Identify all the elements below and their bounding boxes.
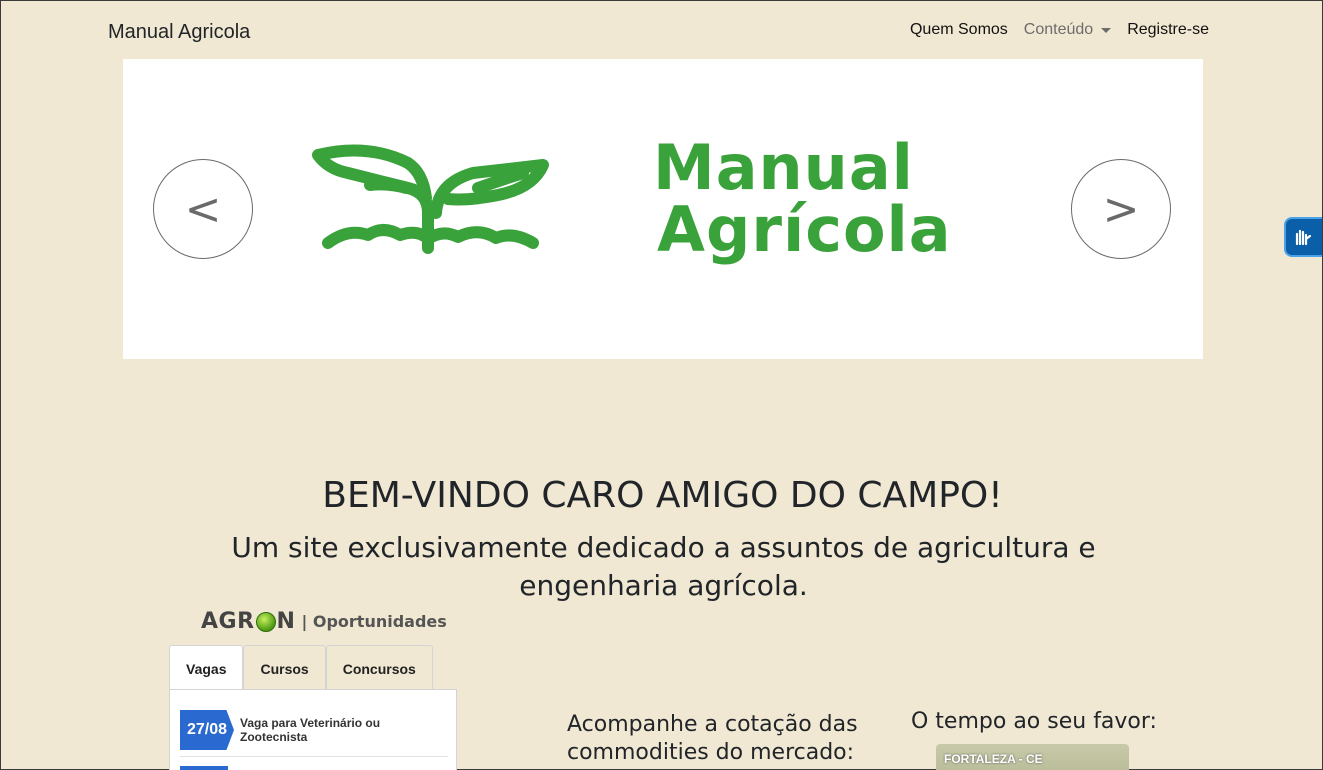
commodities-heading: Acompanhe a cotação das commodities do m… (567, 712, 858, 765)
page-title: BEM-VINDO CARO AMIGO DO CAMPO! (322, 475, 1003, 516)
hands-icon (1295, 229, 1312, 246)
nav-menu: Quem Somos Conteúdo Registre-se (910, 21, 1209, 39)
tab-cursos[interactable]: Cursos (243, 645, 326, 691)
agron-logo[interactable]: AGR N (201, 609, 295, 634)
logo-text: Manual Agrícola (653, 137, 952, 261)
agron-header: AGR N | Oportunidades (201, 609, 447, 634)
job-divider (180, 756, 448, 757)
weather-city: FORTALEZA - CE (944, 752, 1043, 766)
brand-link[interactable]: Manual Agricola (108, 21, 250, 44)
job-date-badge: 27/08 (180, 710, 234, 750)
carousel-prev-button[interactable]: < (153, 159, 253, 259)
job-title[interactable]: Vaga para Veterinário ou Zootecnista (240, 716, 410, 744)
agron-tab-panel: 27/08 Vaga para Veterinário ou Zootecnis… (169, 689, 457, 770)
logo-line1: Manual (653, 131, 914, 204)
nav-conteudo-dropdown[interactable]: Conteúdo (1023, 21, 1112, 39)
navbar: Manual Agricola Quem Somos Conteúdo Regi… (1, 1, 1322, 61)
tab-concursos[interactable]: Concursos (325, 645, 433, 691)
logo-line2: Agrícola (657, 193, 952, 266)
job-list-item[interactable]: 27/08 Vaga para Veterinário ou Zootecnis… (180, 710, 410, 750)
agron-subtitle: | Oportunidades (301, 612, 447, 631)
hero-carousel: < Manual Agrícola > (123, 59, 1203, 359)
accessibility-widget-button[interactable] (1284, 217, 1322, 257)
tab-vagas[interactable]: Vagas (169, 645, 244, 691)
weather-widget[interactable]: FORTALEZA - CE (936, 744, 1129, 770)
caret-down-icon (1101, 27, 1112, 33)
agron-tabs: Vagas Cursos Concursos (169, 645, 433, 691)
nav-conteudo-label: Conteúdo (1023, 21, 1094, 38)
job-date-badge-partial (180, 766, 228, 770)
weather-heading: O tempo ao seu favor: (911, 709, 1157, 734)
agron-o-icon (255, 611, 276, 632)
nav-registre-se[interactable]: Registre-se (1127, 21, 1209, 39)
page-subtitle: Um site exclusivamente dedicado a assunt… (231, 531, 1096, 602)
nav-quem-somos[interactable]: Quem Somos (910, 21, 1008, 39)
sprout-logo-icon (312, 144, 549, 254)
carousel-next-button[interactable]: > (1071, 159, 1171, 259)
